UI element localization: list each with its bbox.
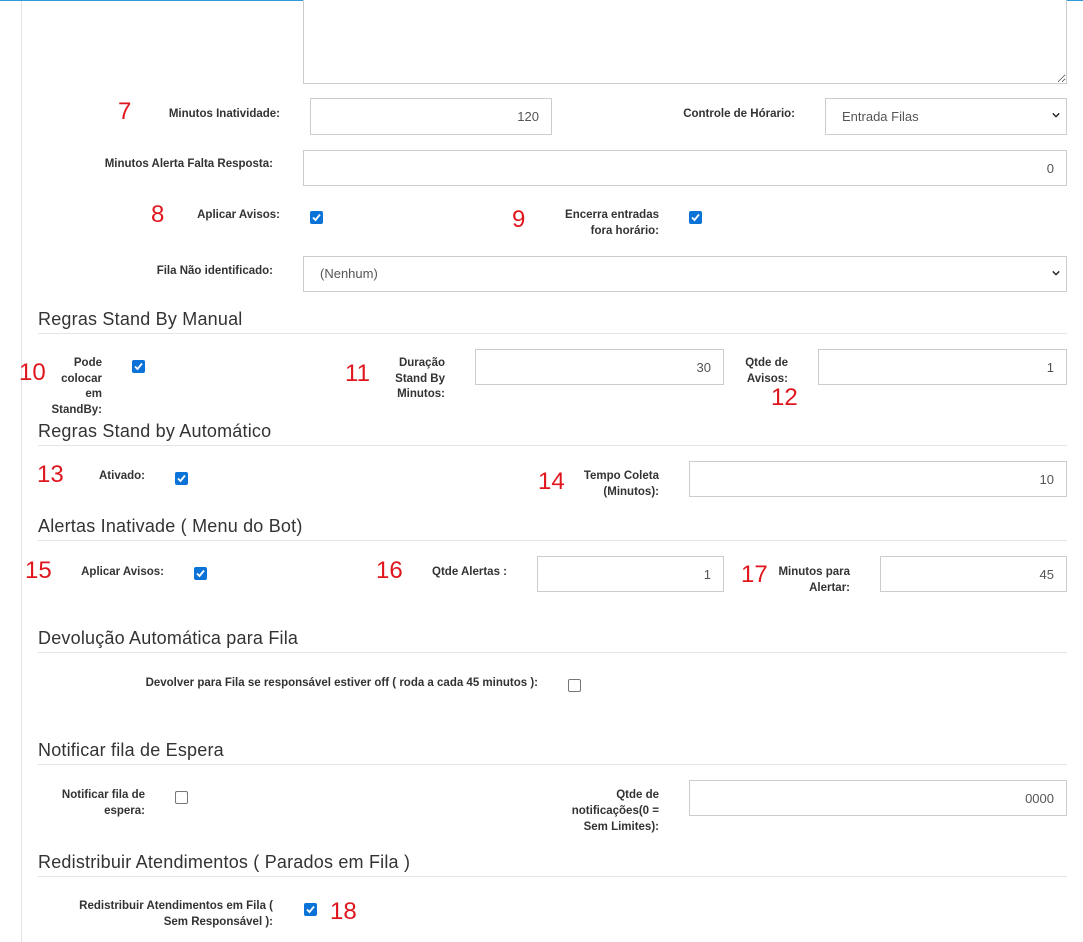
devolver-checkbox[interactable] — [568, 679, 581, 692]
notificar-divider — [38, 764, 1067, 765]
ativado-checkbox[interactable] — [175, 472, 188, 485]
duracao-label-line3: Minutos: — [397, 388, 445, 400]
duracao-label: Duração Stand By Minutos: — [380, 356, 445, 403]
standby-manual-divider — [38, 333, 1067, 334]
minutos-alertar-label-line1: Minutos para — [778, 566, 850, 578]
check-icon — [306, 905, 315, 914]
duracao-input[interactable] — [475, 349, 724, 385]
fila-nao-identificado-value: (Nenhum) — [320, 266, 378, 281]
fila-nao-identificado-select[interactable]: (Nenhum) — [303, 256, 1067, 292]
minutos-alerta-label: Minutos Alerta Falta Resposta: — [104, 158, 273, 170]
settings-form-page: 7 Minutos Inatividade: Controle de Hórar… — [0, 0, 1083, 942]
encerra-entradas-label-line1: Encerra entradas — [565, 209, 659, 221]
annotation-16: 16 — [376, 557, 403, 584]
notificar-title: Notificar fila de Espera — [38, 740, 224, 760]
qtde-notificacoes-label: Qtde de notificações(0 = Sem Limites): — [540, 787, 659, 835]
redistribuir-title: Redistribuir Atendimentos ( Parados em F… — [38, 852, 411, 872]
aplicar-avisos-label: Aplicar Avisos: — [197, 209, 280, 221]
devolver-label: Devolver para Fila se responsável estive… — [145, 677, 538, 689]
redistribuir-fila-label-line2: Sem Responsável ): — [163, 916, 273, 928]
controle-horario-value: Entrada Filas — [842, 109, 919, 124]
chevron-down-icon — [1052, 270, 1060, 276]
minutos-alertar-label: Minutos para Alertar: — [760, 564, 850, 596]
annotation-11: 11 — [345, 360, 370, 387]
alertas-aplicar-avisos-label: Aplicar Avisos: — [81, 566, 164, 578]
devolucao-divider — [38, 652, 1067, 653]
description-textarea[interactable] — [303, 0, 1067, 84]
qtde-notificacoes-input[interactable] — [689, 780, 1067, 816]
notificar-fila-label: Notificar fila de espera: — [30, 787, 145, 819]
minutos-alertar-input[interactable] — [880, 556, 1067, 592]
aplicar-avisos-checkbox[interactable] — [310, 211, 323, 224]
qtde-avisos-label-line1: Qtde de — [745, 357, 788, 369]
tempo-coleta-label: Tempo Coleta (Minutos): — [560, 468, 659, 500]
standby-auto-divider — [38, 445, 1067, 446]
tempo-coleta-label-line1: Tempo Coleta — [583, 470, 659, 482]
notificar-fila-label-line2: espera: — [104, 805, 145, 817]
ativado-label: Ativado: — [99, 470, 145, 482]
minutos-alerta-input[interactable] — [303, 150, 1067, 186]
fila-nao-identificado-label: Fila Não identificado: — [156, 265, 273, 277]
encerra-entradas-checkbox[interactable] — [689, 211, 702, 224]
pode-colocar-label-line2: colocar — [61, 372, 102, 385]
annotation-15: 15 — [25, 557, 52, 584]
minutos-alertar-label-line2: Alertar: — [809, 582, 850, 594]
redistribuir-fila-label-line1: Redistribuir Atendimentos em Fila ( — [79, 900, 273, 912]
chevron-down-icon — [1052, 112, 1060, 118]
notificar-fila-checkbox[interactable] — [175, 791, 188, 804]
controle-horario-label: Controle de Hórario: — [683, 108, 795, 120]
alertas-divider — [38, 540, 1067, 541]
qtde-notificacoes-label-line2: notificações(0 = — [571, 805, 659, 817]
qtde-notificacoes-label-line3: Sem Limites): — [583, 821, 659, 833]
redistribuir-divider — [38, 876, 1067, 877]
check-icon — [312, 213, 321, 222]
alertas-title: Alertas Inativade ( Menu do Bot) — [38, 516, 303, 536]
check-icon — [196, 569, 205, 578]
qtde-alertas-label: Qtde Alertas : — [432, 566, 507, 578]
pode-colocar-checkbox[interactable] — [132, 360, 145, 373]
encerra-entradas-label-line2: fora horário: — [590, 225, 659, 237]
notificar-fila-label-line1: Notificar fila de — [61, 789, 145, 801]
pode-colocar-label-line4: StandBy: — [51, 403, 102, 416]
duracao-label-line1: Duração — [398, 357, 445, 369]
redistribuir-fila-checkbox[interactable] — [304, 903, 317, 916]
standby-auto-title: Regras Stand by Automático — [38, 421, 272, 441]
left-divider — [21, 1, 22, 942]
annotation-12: 12 — [771, 384, 798, 411]
qtde-alertas-input[interactable] — [537, 556, 724, 592]
annotation-18: 18 — [330, 898, 357, 925]
redistribuir-fila-label: Redistribuir Atendimentos em Fila ( Sem … — [40, 898, 273, 930]
encerra-entradas-label: Encerra entradas fora horário: — [520, 207, 659, 239]
standby-manual-title: Regras Stand By Manual — [38, 309, 243, 329]
qtde-avisos-label: Qtde de Avisos: — [728, 356, 788, 387]
tempo-coleta-input[interactable] — [689, 461, 1067, 497]
alertas-aplicar-avisos-checkbox[interactable] — [194, 567, 207, 580]
pode-colocar-label-line1: Pode — [73, 357, 102, 369]
check-icon — [691, 213, 700, 222]
qtde-notificacoes-label-line1: Qtde de — [616, 789, 659, 801]
check-icon — [134, 362, 143, 371]
tempo-coleta-label-line2: (Minutos): — [603, 486, 659, 498]
controle-horario-select[interactable]: Entrada Filas — [825, 98, 1067, 135]
minutos-inatividade-label: Minutos Inatividade: — [168, 108, 280, 120]
pode-colocar-label-line3: em — [85, 388, 102, 400]
duracao-label-line2: Stand By — [395, 372, 445, 385]
qtde-avisos-input[interactable] — [818, 349, 1067, 385]
check-icon — [177, 474, 186, 483]
annotation-13: 13 — [37, 461, 64, 488]
pode-colocar-label: Pode colocar em StandBy: — [40, 356, 102, 418]
devolucao-title: Devolução Automática para Fila — [38, 628, 299, 648]
minutos-inatividade-input[interactable] — [310, 98, 552, 135]
